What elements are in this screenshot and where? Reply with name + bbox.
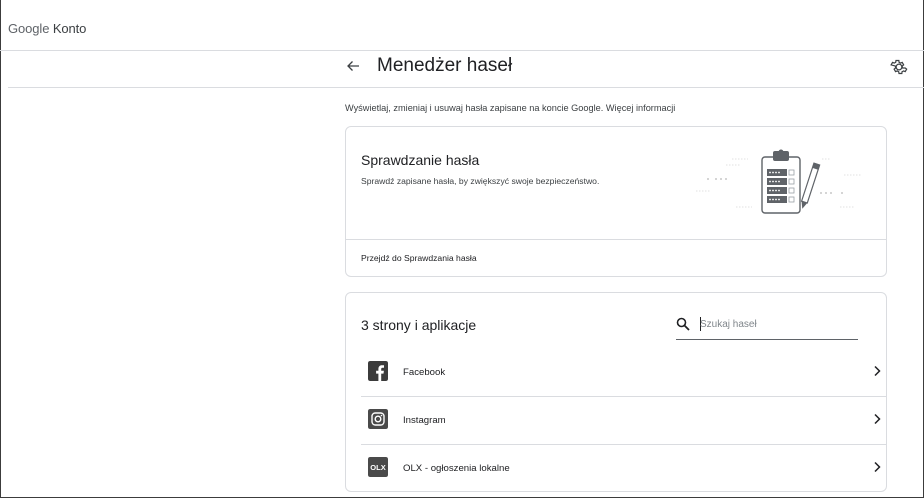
checkup-title: Sprawdzanie hasła (361, 152, 480, 168)
instagram-icon (368, 409, 388, 429)
back-arrow-icon[interactable] (345, 58, 361, 74)
checkup-subtitle: Sprawdź zapisane hasła, by zwiększyć swo… (361, 176, 600, 186)
password-row-instagram[interactable]: Instagram (346, 397, 886, 445)
password-row-label: Instagram (403, 415, 446, 426)
passwords-count-title: 3 strony i aplikacje (361, 317, 477, 333)
password-row-facebook[interactable]: Facebook (346, 349, 886, 397)
go-to-checkup-link[interactable]: Przejdź do Sprawdzania hasła (361, 253, 477, 263)
search-icon (676, 317, 690, 331)
chevron-right-icon (874, 413, 881, 425)
olx-icon: OLX (368, 457, 388, 477)
password-row-olx[interactable]: OLX OLX - ogłoszenia lokalne (346, 445, 886, 493)
saved-passwords-card: 3 strony i aplikacje Facebook Instagram (345, 292, 887, 492)
intro-text: Wyświetlaj, zmieniaj i usuwaj hasła zapi… (345, 103, 676, 113)
top-bar: Google Konto (0, 0, 924, 51)
checkup-illustration (696, 149, 862, 214)
chevron-right-icon (874, 461, 881, 473)
page-header: Menedżer haseł (8, 51, 924, 88)
search-box[interactable] (676, 314, 858, 340)
logo-konto: Konto (52, 21, 87, 36)
facebook-icon (368, 361, 388, 381)
page-title: Menedżer haseł (377, 55, 513, 76)
search-input[interactable] (700, 316, 850, 332)
logo-google: Google (8, 21, 50, 36)
chevron-right-icon (874, 365, 881, 377)
svg-text:OLX: OLX (370, 463, 385, 472)
password-row-label: Facebook (403, 367, 446, 378)
checkup-divider (346, 239, 886, 240)
password-checkup-card: Sprawdzanie hasła Sprawdź zapisane hasła… (345, 126, 887, 277)
gear-icon[interactable] (890, 58, 908, 76)
password-row-label: OLX - ogłoszenia lokalne (403, 463, 510, 474)
google-account-logo[interactable]: Google Konto (8, 21, 86, 36)
